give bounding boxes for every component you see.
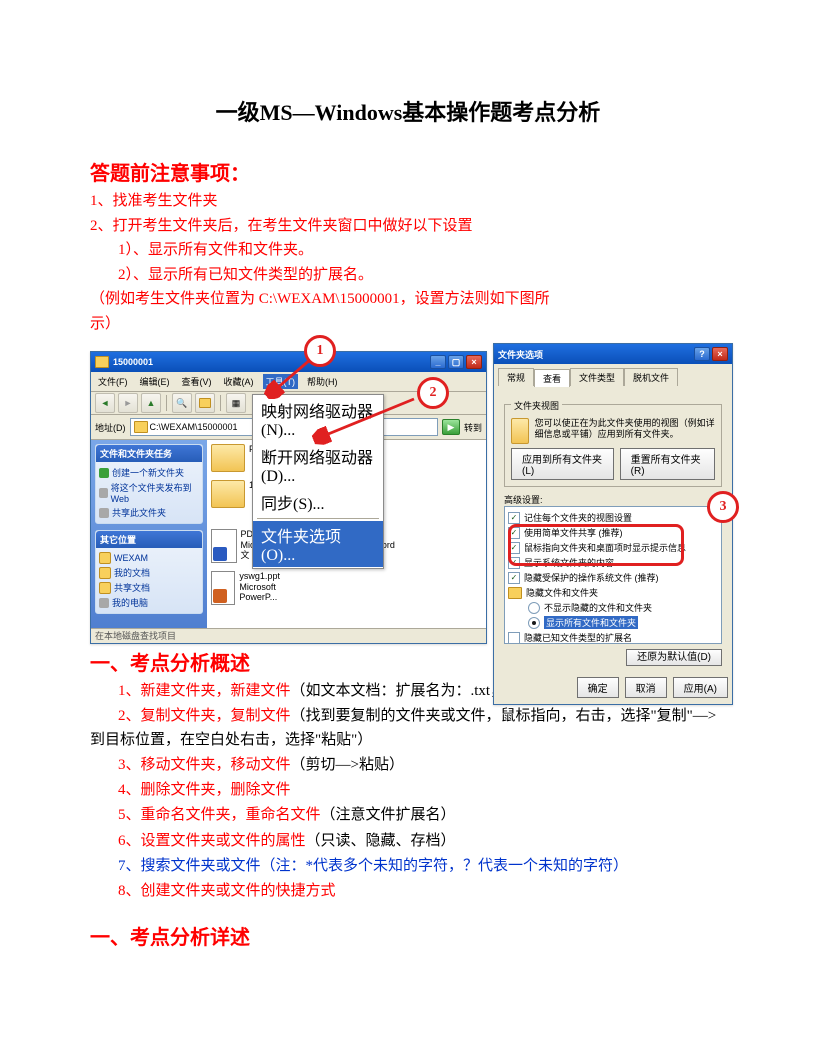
menu-disconnect[interactable]: 断开网络驱动器(D)... — [253, 442, 383, 488]
tasks-header[interactable]: 文件和文件夹任务 — [96, 445, 202, 462]
analysis-7: 7、搜索文件夹或文件（注：*代表多个未知的字符，？代表一个未知的字符） — [90, 855, 726, 878]
maximize-button[interactable]: ▢ — [448, 355, 464, 369]
cancel-button[interactable]: 取消 — [625, 677, 667, 698]
menu-view[interactable]: 查看(V) — [179, 374, 215, 389]
folder-icon — [211, 480, 245, 508]
folder-icon — [211, 444, 245, 472]
places-header[interactable]: 其它位置 — [96, 531, 202, 548]
tab-offline[interactable]: 脱机文件 — [624, 368, 678, 386]
folder-view-text: 您可以使正在为此文件夹使用的视图（例如详细信息或平铺）应用到所有文件夹。 — [535, 418, 715, 440]
address-text: C:\WEXAM\15000001 — [150, 422, 238, 432]
pre-item-2: 2、打开考生文件夹后，在考生文件夹窗口中做好以下设置 — [90, 215, 726, 238]
group-title-view: 文件夹视图 — [511, 399, 562, 412]
explorer-tasks-pane: 文件和文件夹任务 创建一个新文件夹 将这个文件夹发布到 Web 共享此文件夹 其… — [91, 440, 207, 628]
place-shared[interactable]: 共享文档 — [99, 580, 199, 595]
analysis-5: 5、重命名文件夹，重命名文件（注意文件扩展名） — [90, 804, 726, 827]
tasks-panel[interactable]: 文件和文件夹任务 创建一个新文件夹 将这个文件夹发布到 Web 共享此文件夹 — [95, 444, 203, 524]
forward-button[interactable]: ► — [118, 393, 138, 413]
section-pre-notes: 答题前注意事项： — [90, 157, 726, 186]
dialog-tabs: 常规 查看 文件类型 脱机文件 — [494, 364, 732, 386]
close-button[interactable]: × — [466, 355, 482, 369]
help-button[interactable]: ? — [694, 347, 710, 361]
file-ppt[interactable]: yswg1.pptMicrosoft PowerP... — [211, 571, 301, 605]
menu-file[interactable]: 文件(F) — [95, 374, 131, 389]
place-mydocs[interactable]: 我的文档 — [99, 565, 199, 580]
screenshot-area: 1 2 3 15000001 _ ▢ × 文件(F) 编辑(E) 查看(V) 收… — [90, 343, 726, 633]
callout-3: 3 — [707, 491, 739, 523]
minimize-button[interactable]: _ — [430, 355, 446, 369]
main-title: 一级MS—Windows基本操作题考点分析 — [90, 95, 726, 127]
analysis-4: 4、删除文件夹，删除文件 — [90, 779, 726, 802]
places-panel[interactable]: 其它位置 WEXAM 我的文档 共享文档 我的电脑 — [95, 530, 203, 614]
folders-icon — [199, 398, 211, 408]
apply-all-button[interactable]: 应用到所有文件夹(L) — [511, 448, 614, 480]
menu-sync[interactable]: 同步(S)... — [253, 488, 383, 516]
menu-edit[interactable]: 编辑(E) — [137, 374, 173, 389]
callout-1: 1 — [304, 335, 336, 367]
explorer-title: 15000001 — [113, 357, 153, 367]
highlight-rect — [508, 524, 684, 566]
explorer-status: 在本地磁盘查找项目 — [91, 628, 486, 643]
opt-hide-protected[interactable]: ✓隐藏受保护的操作系统文件 (推荐) — [508, 570, 718, 585]
tab-general[interactable]: 常规 — [498, 368, 534, 386]
opt-dont-show-hidden[interactable]: 不显示隐藏的文件和文件夹 — [508, 600, 718, 615]
folder-icon — [508, 587, 522, 599]
folder-icon — [95, 356, 109, 368]
go-button[interactable]: ▶ — [442, 419, 460, 435]
go-label: 转到 — [464, 421, 482, 434]
close-button[interactable]: × — [712, 347, 728, 361]
dialog-buttons: 确定 取消 应用(A) — [494, 671, 732, 704]
tab-view[interactable]: 查看 — [534, 369, 570, 387]
views-button[interactable]: ▦ — [226, 393, 246, 413]
callout-2: 2 — [417, 377, 449, 409]
ok-button[interactable]: 确定 — [577, 677, 619, 698]
place-mycomputer[interactable]: 我的电脑 — [99, 595, 199, 610]
task-publish[interactable]: 将这个文件夹发布到 Web — [99, 480, 199, 505]
up-button[interactable]: ▲ — [141, 393, 161, 413]
analysis-8: 8、创建文件夹或文件的快捷方式 — [90, 880, 726, 903]
analysis-2: 2、复制文件夹，复制文件（找到要复制的文件夹或文件，鼠标指向，右击，选择"复制"… — [90, 705, 726, 752]
opt-hide-ext[interactable]: 隐藏已知文件类型的扩展名 — [508, 630, 718, 644]
menu-fav[interactable]: 收藏(A) — [221, 374, 257, 389]
apply-button[interactable]: 应用(A) — [673, 677, 728, 698]
opt-hidden-group: 隐藏文件和文件夹 — [508, 585, 718, 600]
folders-button[interactable] — [195, 393, 215, 413]
opt-remember-view[interactable]: ✓记住每个文件夹的视图设置 — [508, 510, 718, 525]
pre-note-a: （例如考生文件夹位置为 C:\WEXAM\15000001，设置方法则如下图所 — [90, 288, 726, 311]
pre-item-1: 1、找准考生文件夹 — [90, 190, 726, 213]
folder-view-icon — [511, 418, 529, 444]
separator — [257, 518, 379, 519]
opt-show-all[interactable]: 显示所有文件和文件夹 — [508, 615, 718, 630]
word-icon — [211, 529, 237, 563]
dialog-title: 文件夹选项 — [498, 348, 543, 361]
pre-item-2b: 2）、显示所有已知文件类型的扩展名。 — [90, 264, 726, 287]
back-button[interactable]: ◄ — [95, 393, 115, 413]
reset-all-button[interactable]: 重置所有文件夹(R) — [620, 448, 715, 480]
search-button[interactable]: 🔍 — [172, 393, 192, 413]
folder-icon — [134, 421, 148, 433]
address-label: 地址(D) — [95, 421, 126, 434]
pre-note-b: 示） — [90, 313, 726, 336]
restore-defaults-button[interactable]: 还原为默认值(D) — [626, 649, 722, 666]
section-analysis-detail: 一、考点分析详述 — [90, 921, 726, 950]
pre-item-2a: 1）、显示所有文件和文件夹。 — [90, 239, 726, 262]
task-new-folder[interactable]: 创建一个新文件夹 — [99, 465, 199, 480]
dialog-titlebar[interactable]: 文件夹选项 ? × — [494, 344, 732, 364]
folder-view-group: 文件夹视图 您可以使正在为此文件夹使用的视图（例如详细信息或平铺）应用到所有文件… — [504, 404, 722, 487]
task-share[interactable]: 共享此文件夹 — [99, 505, 199, 520]
analysis-3: 3、移动文件夹，移动文件（剪切—>粘贴） — [90, 754, 726, 777]
tab-filetypes[interactable]: 文件类型 — [570, 368, 624, 386]
analysis-6: 6、设置文件夹或文件的属性（只读、隐藏、存档） — [90, 830, 726, 853]
ppt-icon — [211, 571, 235, 605]
menu-folder-options[interactable]: 文件夹选项(O)... — [253, 521, 383, 567]
advanced-label: 高级设置: — [504, 493, 722, 506]
place-wexam[interactable]: WEXAM — [99, 551, 199, 565]
